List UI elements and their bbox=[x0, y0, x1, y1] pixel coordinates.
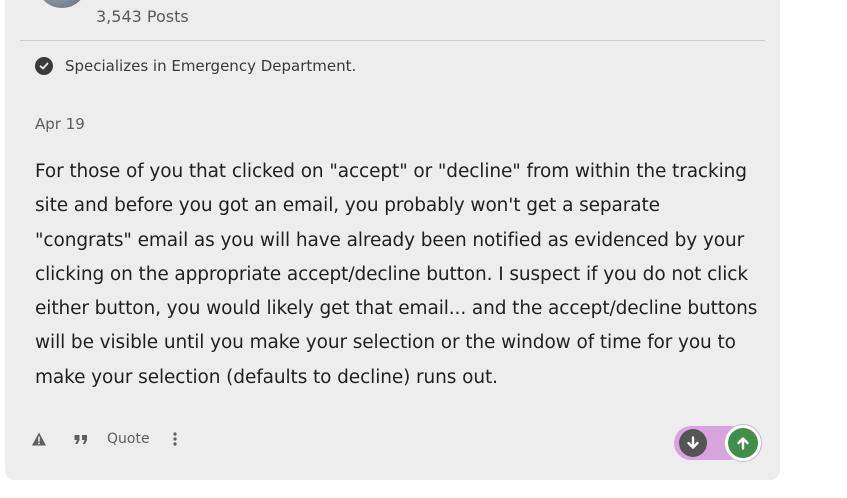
quote-icon[interactable] bbox=[73, 431, 89, 447]
upvote-circle bbox=[728, 428, 758, 458]
more-icon[interactable] bbox=[172, 431, 178, 447]
quote-button[interactable]: Quote bbox=[107, 431, 150, 447]
arrow-up-icon bbox=[737, 437, 749, 450]
check-circle-icon bbox=[35, 57, 53, 75]
author-specialty: Specializes in Emergency Department. bbox=[35, 57, 356, 75]
specialty-text: Specializes in Emergency Department. bbox=[65, 57, 357, 75]
author-post-count: 3,543 Posts bbox=[96, 7, 189, 26]
post-actions: Quote bbox=[31, 431, 178, 447]
divider bbox=[20, 40, 765, 41]
avatar[interactable] bbox=[38, 0, 86, 8]
arrow-down-icon bbox=[687, 436, 699, 449]
post-body: For those of you that clicked on "accept… bbox=[35, 161, 758, 388]
warning-icon[interactable] bbox=[31, 431, 47, 447]
downvote-button[interactable] bbox=[679, 429, 707, 457]
vote-control bbox=[674, 424, 764, 462]
post-date[interactable]: Apr 19 bbox=[35, 115, 85, 133]
upvote-button[interactable] bbox=[724, 424, 762, 462]
